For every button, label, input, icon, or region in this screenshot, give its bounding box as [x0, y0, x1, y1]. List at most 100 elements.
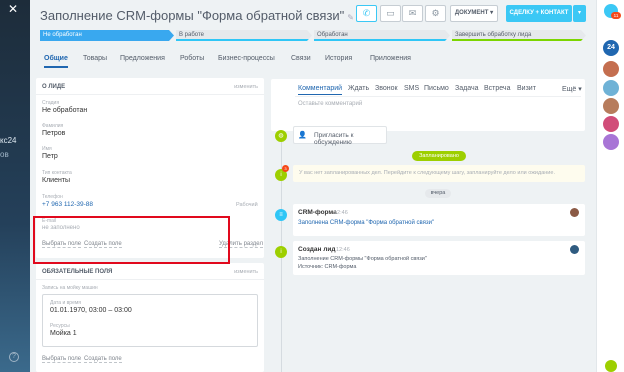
avatar[interactable]: [603, 61, 619, 77]
phone-type: Рабочий: [236, 202, 258, 208]
event-time: 12:46: [334, 210, 348, 216]
tab-general[interactable]: Общие: [44, 55, 68, 68]
more-menu[interactable]: Ещё ▾: [562, 85, 582, 93]
contact-type-value: Клиенты: [42, 177, 71, 184]
phone-link[interactable]: +7 963 112-39-88: [42, 201, 93, 208]
tab-quotes[interactable]: Предложения: [120, 55, 165, 62]
stage-underline: [176, 39, 312, 41]
stage-label: Не обработан: [43, 32, 82, 38]
avatar[interactable]: [603, 98, 619, 114]
avatar: [570, 208, 579, 217]
avatar[interactable]: [603, 134, 619, 150]
tab-comment[interactable]: Комментарий: [298, 85, 343, 95]
planned-text: У вас нет запланированных дел. Перейдите…: [299, 170, 555, 176]
event-title: Создан лид: [298, 246, 336, 253]
stage-bar: Не обработан В работе Обработан Завершит…: [40, 30, 586, 41]
bitrix24-icon[interactable]: 24: [603, 40, 619, 56]
call-button[interactable]: ✆: [356, 5, 377, 22]
tab-relations[interactable]: Связи: [291, 55, 311, 62]
mail-icon: ✉: [408, 8, 417, 18]
stage-label: В работе: [179, 32, 205, 38]
stage-in-progress[interactable]: В работе: [176, 30, 312, 41]
page-title: Заполнение CRM-формы "Форма обратной свя…: [40, 8, 354, 23]
required-fields-card: ОБЯЗАТЕЛЬНЫЕ ПОЛЯ изменить Запись на мой…: [36, 263, 264, 372]
choose-field-link[interactable]: Выбрать поле: [42, 241, 82, 248]
section-header: ОБЯЗАТЕЛЬНЫЕ ПОЛЯ: [42, 269, 113, 275]
event-source: Источник: CRM-форма: [298, 264, 357, 270]
help-icon[interactable]: ?: [9, 352, 19, 362]
phone-icon: ✆: [362, 8, 371, 18]
left-panel-background: ✕ кс24 ов ?: [0, 0, 30, 372]
stage-finish[interactable]: Завершить обработку лида: [452, 30, 586, 41]
avatar[interactable]: [603, 116, 619, 132]
stage-label: Завершить обработку лида: [455, 32, 532, 38]
create-field-link[interactable]: Создать поле: [84, 241, 122, 248]
edit-link[interactable]: изменить: [234, 84, 258, 90]
datetime-value: 01.01.1970, 03:00 – 03:00: [50, 307, 132, 314]
tab-robots[interactable]: Роботы: [180, 55, 204, 62]
divider: [36, 279, 264, 280]
planned-notice: У вас нет запланированных дел. Перейдите…: [293, 165, 585, 182]
create-field-link[interactable]: Создать поле: [84, 356, 122, 363]
deal-dropdown-button[interactable]: ▾: [573, 5, 586, 22]
tab-email[interactable]: Письмо: [424, 85, 449, 92]
close-icon[interactable]: ✕: [8, 2, 18, 16]
date-badge: вчера: [425, 189, 451, 198]
invite-button[interactable]: 👤 Пригласить к обсуждению: [293, 126, 387, 146]
gear-icon: ⚙: [431, 8, 440, 18]
tab-call[interactable]: Звонок: [375, 85, 398, 92]
email-label: E-mail: [42, 218, 57, 224]
settings-button[interactable]: ⚙: [425, 5, 446, 22]
datetime-label: Дата и время: [50, 300, 82, 306]
resources-value: Мойка 1: [50, 330, 77, 337]
phone-icon[interactable]: [605, 360, 617, 372]
tab-sms[interactable]: SMS: [404, 85, 419, 92]
message-button[interactable]: ▭: [380, 5, 401, 22]
info-icon: i: [275, 246, 287, 258]
tab-meeting[interactable]: Встреча: [484, 85, 510, 92]
mail-button[interactable]: ✉: [402, 5, 423, 22]
chevron-down-icon: ▾: [490, 10, 494, 16]
tab-history[interactable]: История: [325, 55, 352, 62]
tab-applications[interactable]: Приложения: [370, 55, 411, 62]
event-title: CRM-форма: [298, 209, 337, 216]
edit-title-icon[interactable]: ✎: [347, 13, 354, 22]
stage-underline: [314, 39, 450, 41]
add-user-icon: 👤: [298, 132, 307, 139]
avatar[interactable]: [603, 80, 619, 96]
event-text: Заполнение CRM-формы "Форма обратной свя…: [298, 256, 427, 262]
choose-field-link[interactable]: Выбрать поле: [42, 356, 82, 363]
left-panel-text: кс24: [0, 136, 17, 145]
activity-editor: Комментарий Ждать Звонок SMS Письмо Зада…: [271, 79, 585, 131]
stage-new[interactable]: Не обработан: [40, 30, 174, 41]
tab-business-processes[interactable]: Бизнес-процессы: [218, 55, 275, 62]
planned-badge: Запланировано: [412, 151, 466, 161]
comment-input[interactable]: Оставьте комментарий: [298, 101, 362, 107]
resources-label: Ресурсы: [50, 323, 70, 329]
tab-products[interactable]: Товары: [83, 55, 107, 62]
tab-wait[interactable]: Ждать: [348, 85, 369, 92]
lastname-label: Фамилия: [42, 123, 64, 129]
stage-processed[interactable]: Обработан: [314, 30, 450, 41]
left-panel-text: ов: [0, 150, 9, 159]
tab-task[interactable]: Задача: [455, 85, 479, 92]
edit-link[interactable]: изменить: [234, 269, 258, 275]
status-label: Стадия: [42, 100, 60, 106]
name-value: Петр: [42, 153, 58, 160]
event-time: 12:46: [336, 247, 350, 253]
lastname-value: Петров: [42, 130, 66, 137]
document-label: ДОКУМЕНТ: [454, 10, 489, 16]
chat-icon: ▭: [386, 8, 395, 18]
delete-section-link[interactable]: Удалить раздел: [219, 241, 263, 248]
deal-contact-button[interactable]: СДЕЛКУ + КОНТАКТ: [506, 5, 572, 22]
document-button[interactable]: ДОКУМЕНТ ▾: [450, 5, 498, 22]
page-title-text: Заполнение CRM-формы "Форма обратной свя…: [40, 8, 345, 23]
right-sidebar: 11 24: [596, 0, 624, 372]
tab-visit[interactable]: Визит: [517, 85, 536, 92]
about-lead-card: О ЛИДЕ изменить Стадия Не обработан Фами…: [36, 78, 264, 258]
stage-underline: [452, 39, 586, 41]
avatar: [570, 245, 579, 254]
chat-icon: ◍: [275, 130, 287, 142]
event-link[interactable]: Заполнена CRM-форма "Форма обратной связ…: [298, 220, 434, 226]
invite-label: Пригласить к обсуждению: [314, 132, 354, 146]
